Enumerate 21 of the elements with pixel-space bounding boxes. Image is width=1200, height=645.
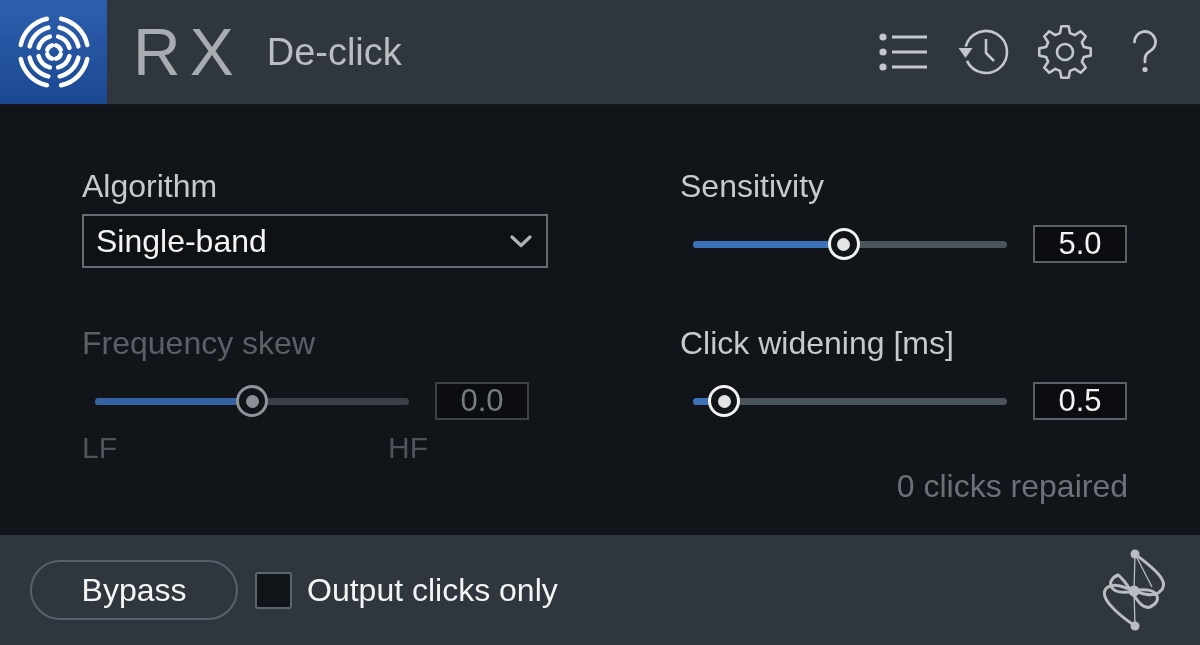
- field-label: Click widening [ms]: [680, 325, 954, 361]
- status-text: 0 clicks repaired: [896, 468, 1128, 504]
- scale-label: HF: [388, 433, 428, 463]
- chevron-down-icon: [510, 234, 532, 248]
- slider-thumb[interactable]: [236, 385, 268, 417]
- dropdown[interactable]: Single-band: [82, 214, 548, 268]
- field-label: Algorithm: [82, 168, 218, 204]
- product-name: RX: [133, 19, 243, 85]
- field-label: Frequency skew: [82, 325, 315, 361]
- checkbox-label: Output clicks only: [307, 571, 558, 609]
- checkbox[interactable]: [255, 571, 292, 609]
- scale-label: LF: [82, 433, 117, 463]
- help-icon[interactable]: [1130, 30, 1160, 74]
- plugin-title: De-click: [266, 33, 402, 71]
- bypass-button[interactable]: Bypass: [30, 560, 238, 620]
- field-label: Sensitivity: [680, 168, 825, 204]
- settings-icon[interactable]: [1037, 24, 1093, 80]
- logo-icon: [0, 0, 107, 104]
- value-field[interactable]: 5.0: [1033, 225, 1127, 263]
- value-field[interactable]: 0.5: [1033, 382, 1127, 420]
- list-icon[interactable]: [879, 32, 927, 72]
